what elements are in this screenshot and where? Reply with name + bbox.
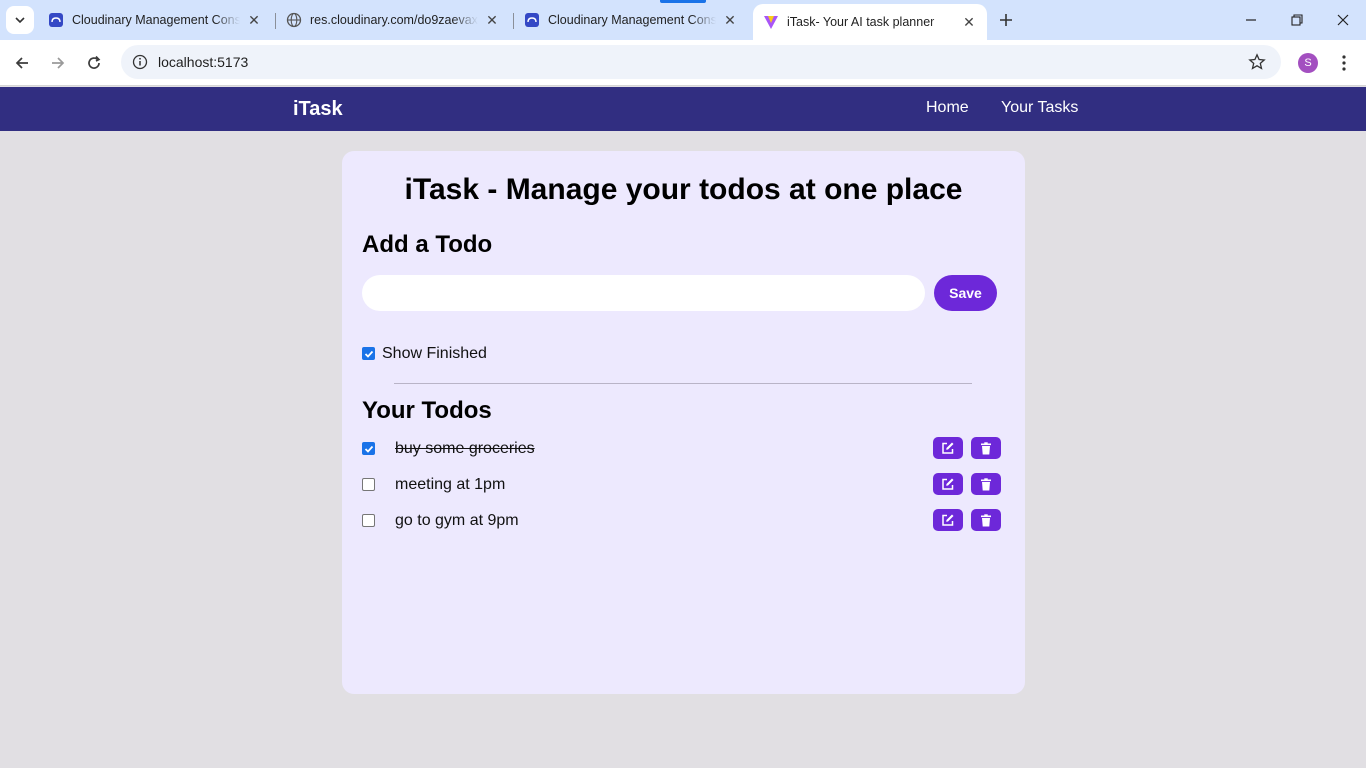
new-tab-button[interactable] bbox=[994, 8, 1018, 32]
address-bar[interactable]: localhost:5173 bbox=[121, 45, 1281, 79]
show-finished-label: Show Finished bbox=[382, 345, 487, 362]
browser-tab-strip: Cloudinary Management Console ✕ res.clou… bbox=[0, 0, 1366, 40]
nav-link-your-tasks[interactable]: Your Tasks bbox=[1001, 99, 1078, 117]
close-icon[interactable]: ✕ bbox=[246, 12, 262, 28]
todo-text: meeting at 1pm bbox=[395, 476, 506, 493]
save-button[interactable]: Save bbox=[934, 275, 997, 311]
minimize-button[interactable] bbox=[1228, 0, 1274, 40]
vite-icon bbox=[763, 14, 779, 30]
nav-link-home[interactable]: Home bbox=[926, 99, 969, 117]
tab-title: iTask- Your AI task planner bbox=[787, 15, 935, 29]
browser-tab-2[interactable]: res.cloudinary.com/do9zaevax/image ✕ bbox=[276, 4, 510, 36]
add-todo-heading: Add a Todo bbox=[362, 231, 493, 258]
todo-checkbox[interactable] bbox=[362, 442, 375, 455]
profile-avatar[interactable]: S bbox=[1298, 53, 1318, 73]
trash-icon bbox=[981, 441, 991, 454]
chevron-down-icon bbox=[15, 17, 25, 24]
minimize-icon bbox=[1246, 19, 1256, 21]
edit-button[interactable] bbox=[933, 437, 963, 459]
browser-toolbar: localhost:5173 S bbox=[0, 40, 1366, 86]
globe-icon bbox=[286, 12, 302, 28]
close-icon[interactable]: ✕ bbox=[961, 14, 977, 30]
delete-button[interactable] bbox=[971, 437, 1001, 459]
restore-button[interactable] bbox=[1274, 0, 1320, 40]
edit-icon bbox=[942, 514, 954, 526]
your-todos-heading: Your Todos bbox=[362, 397, 492, 424]
show-finished-checkbox[interactable] bbox=[362, 347, 375, 360]
todo-text: buy some groceries bbox=[395, 440, 535, 457]
app-navbar: iTask Home Your Tasks bbox=[0, 87, 1366, 131]
trash-icon bbox=[981, 513, 991, 526]
browser-tab-4-active[interactable]: iTask- Your AI task planner ✕ bbox=[753, 4, 987, 40]
tab-title: Cloudinary Management Console bbox=[72, 13, 240, 27]
delete-button[interactable] bbox=[971, 509, 1001, 531]
reload-icon bbox=[88, 55, 101, 69]
todo-checkbox[interactable] bbox=[362, 478, 375, 491]
checkmark-icon bbox=[364, 445, 373, 453]
back-button[interactable] bbox=[8, 49, 36, 77]
todo-card: iTask - Manage your todos at one place A… bbox=[342, 151, 1025, 694]
checkmark-icon bbox=[364, 350, 373, 358]
tab-title: res.cloudinary.com/do9zaevax/image bbox=[310, 13, 478, 27]
divider bbox=[394, 383, 972, 384]
close-icon[interactable]: ✕ bbox=[722, 12, 738, 28]
todo-checkbox[interactable] bbox=[362, 514, 375, 527]
page-title: iTask - Manage your todos at one place bbox=[404, 173, 963, 206]
reload-button[interactable] bbox=[80, 49, 108, 77]
edit-icon bbox=[942, 442, 954, 454]
url-text: localhost:5173 bbox=[158, 54, 249, 70]
restore-icon bbox=[1291, 14, 1303, 26]
todo-text: go to gym at 9pm bbox=[395, 512, 519, 529]
delete-button[interactable] bbox=[971, 473, 1001, 495]
browser-tab-3[interactable]: Cloudinary Management Console ✕ bbox=[514, 4, 748, 36]
cloudinary-icon bbox=[524, 12, 540, 28]
browser-tab-1[interactable]: Cloudinary Management Console ✕ bbox=[38, 4, 272, 36]
plus-icon bbox=[1000, 14, 1012, 26]
close-window-button[interactable] bbox=[1320, 0, 1366, 40]
bookmark-star-icon[interactable] bbox=[1247, 52, 1267, 72]
edit-button[interactable] bbox=[933, 509, 963, 531]
edit-icon bbox=[942, 478, 954, 490]
close-icon bbox=[1337, 14, 1349, 26]
tab-drag-indicator bbox=[660, 0, 706, 3]
arrow-left-icon bbox=[15, 57, 28, 69]
forward-button[interactable] bbox=[44, 49, 72, 77]
trash-icon bbox=[981, 477, 991, 490]
close-icon[interactable]: ✕ bbox=[484, 12, 500, 28]
edit-button[interactable] bbox=[933, 473, 963, 495]
cloudinary-icon bbox=[48, 12, 64, 28]
arrow-right-icon bbox=[52, 57, 65, 69]
more-vert-icon bbox=[1342, 55, 1346, 71]
tab-search-button[interactable] bbox=[6, 6, 34, 34]
brand-logo[interactable]: iTask bbox=[293, 98, 343, 121]
tab-title: Cloudinary Management Console bbox=[548, 13, 716, 27]
browser-menu-button[interactable] bbox=[1334, 51, 1354, 75]
site-info-icon[interactable] bbox=[123, 45, 157, 79]
todo-input[interactable] bbox=[362, 275, 925, 311]
